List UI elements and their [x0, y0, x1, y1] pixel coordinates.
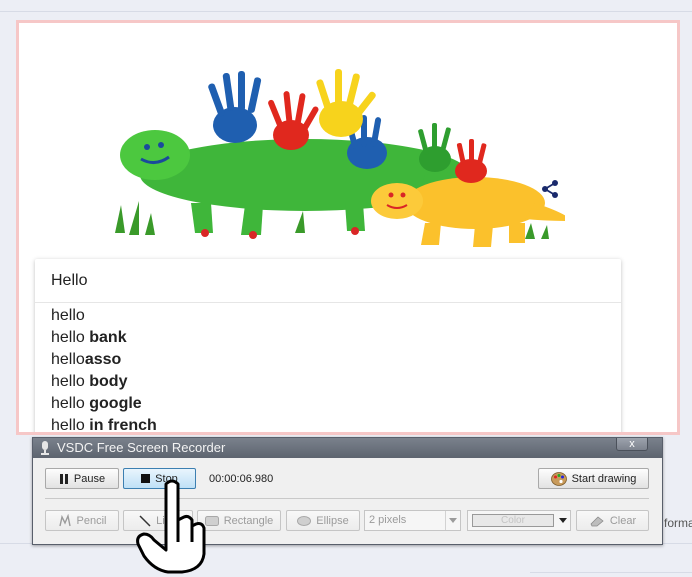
rectangle-label: Rectangle	[223, 514, 274, 527]
search-suggestion-box: hello hello bank helloasso hello body he…	[35, 259, 621, 434]
share-icon[interactable]	[539, 178, 561, 200]
ellipse-icon	[297, 515, 312, 526]
suggestion-prefix: hello	[51, 395, 90, 412]
suggestion-list: hello hello bank helloasso hello body he…	[35, 303, 621, 434]
suggestion-prefix: hello	[51, 329, 90, 346]
search-input[interactable]	[35, 259, 621, 303]
suggestion-item[interactable]: hello bank	[35, 327, 621, 349]
pause-label: Pause	[73, 472, 106, 485]
recording-timer: 00:00:06.980	[209, 473, 274, 485]
suggestion-item[interactable]: helloasso	[35, 349, 621, 371]
chevron-down-icon[interactable]	[555, 511, 570, 530]
suggestion-prefix: hello	[51, 351, 85, 368]
suggestion-bold: body	[89, 373, 128, 390]
recorder-title: VSDC Free Screen Recorder	[57, 440, 226, 455]
pencil-label: Pencil	[76, 514, 107, 527]
suggestion-bold: bank	[89, 329, 127, 346]
suggestion-prefix: hello	[51, 307, 85, 324]
suggestion-prefix: hello	[51, 417, 90, 434]
suggestion-bold: google	[89, 395, 142, 412]
color-swatch: Color	[472, 514, 554, 527]
recorder-body: Pause Stop 00:00:06.980 Start drawing Pe…	[33, 458, 662, 544]
suggestion-prefix: hello	[51, 373, 90, 390]
pause-button[interactable]: Pause	[45, 468, 119, 489]
suggestion-bold: in french	[89, 417, 157, 434]
recorder-title-bar[interactable]: VSDC Free Screen Recorder x	[33, 438, 662, 458]
pen-size-select[interactable]: 2 pixels	[364, 510, 461, 531]
pencil-icon	[58, 513, 71, 526]
start-drawing-label: Start drawing	[571, 472, 637, 485]
suggestion-bold: asso	[84, 351, 122, 368]
capture-area-frame: hello hello bank helloasso hello body he…	[16, 20, 680, 435]
hand-pointer-cursor-icon	[136, 479, 206, 574]
recorder-app-icon	[41, 441, 49, 455]
suggestion-item[interactable]: hello	[35, 305, 621, 327]
chevron-down-icon[interactable]	[445, 511, 460, 530]
eraser-icon	[590, 515, 604, 526]
suggestion-item[interactable]: hello google	[35, 393, 621, 415]
close-button[interactable]: x	[616, 438, 648, 451]
background-rule	[530, 572, 692, 573]
background-rule	[0, 11, 692, 12]
background-partial-text: forma	[664, 516, 692, 530]
suggestion-item[interactable]: hello in french	[35, 415, 621, 434]
pencil-button[interactable]: Pencil	[45, 510, 119, 531]
start-drawing-button[interactable]: Start drawing	[538, 468, 649, 489]
suggestion-item[interactable]: hello body	[35, 371, 621, 393]
palette-icon	[550, 471, 567, 486]
close-icon: x	[629, 438, 635, 450]
ellipse-label: Ellipse	[316, 514, 349, 527]
screen-recorder-window: VSDC Free Screen Recorder x Pause Stop 0…	[32, 437, 663, 545]
pause-icon	[59, 473, 68, 484]
clear-button[interactable]: Clear	[576, 510, 649, 531]
color-select[interactable]: Color	[467, 510, 571, 531]
pen-size-value: 2 pixels	[369, 514, 407, 526]
ellipse-button[interactable]: Ellipse	[286, 510, 360, 531]
handprint-dinosaur-doodle[interactable]	[95, 63, 565, 263]
rectangle-button[interactable]: Rectangle	[197, 510, 281, 531]
clear-label: Clear	[609, 514, 637, 527]
